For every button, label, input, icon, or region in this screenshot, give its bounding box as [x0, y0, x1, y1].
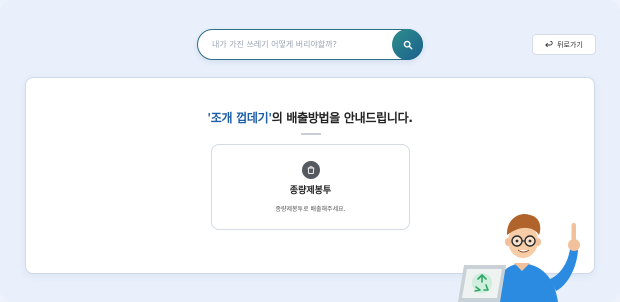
- back-button-label: 뒤로가기: [557, 40, 583, 49]
- disposal-method-card: 종량제봉투 종량제봉투로 배출해주세요.: [211, 144, 410, 230]
- trash-bag-icon: [302, 161, 320, 179]
- item-name: 조개 껍데기: [210, 111, 269, 125]
- heading-suffix: 의 배출방법을 안내드립니다.: [271, 111, 413, 125]
- back-button[interactable]: 뒤로가기: [532, 34, 596, 55]
- page-background: 뒤로가기 '조개 껍데기'의 배출방법을 안내드립니다. 종량제봉투 종량제봉투…: [0, 0, 620, 302]
- method-description: 종량제봉투로 배출해주세요.: [275, 206, 346, 213]
- search-button[interactable]: [392, 29, 423, 60]
- back-arrow-icon: [545, 40, 553, 47]
- search-input[interactable]: [212, 30, 382, 58]
- method-title: 종량제봉투: [289, 186, 332, 196]
- recycle-icon: [472, 273, 492, 293]
- result-heading: '조개 껍데기'의 배출방법을 안내드립니다.: [26, 109, 594, 126]
- search-icon: [403, 40, 412, 49]
- guide-character-illustration: [458, 213, 580, 302]
- search-bar: [197, 29, 423, 60]
- heading-divider: [301, 133, 321, 135]
